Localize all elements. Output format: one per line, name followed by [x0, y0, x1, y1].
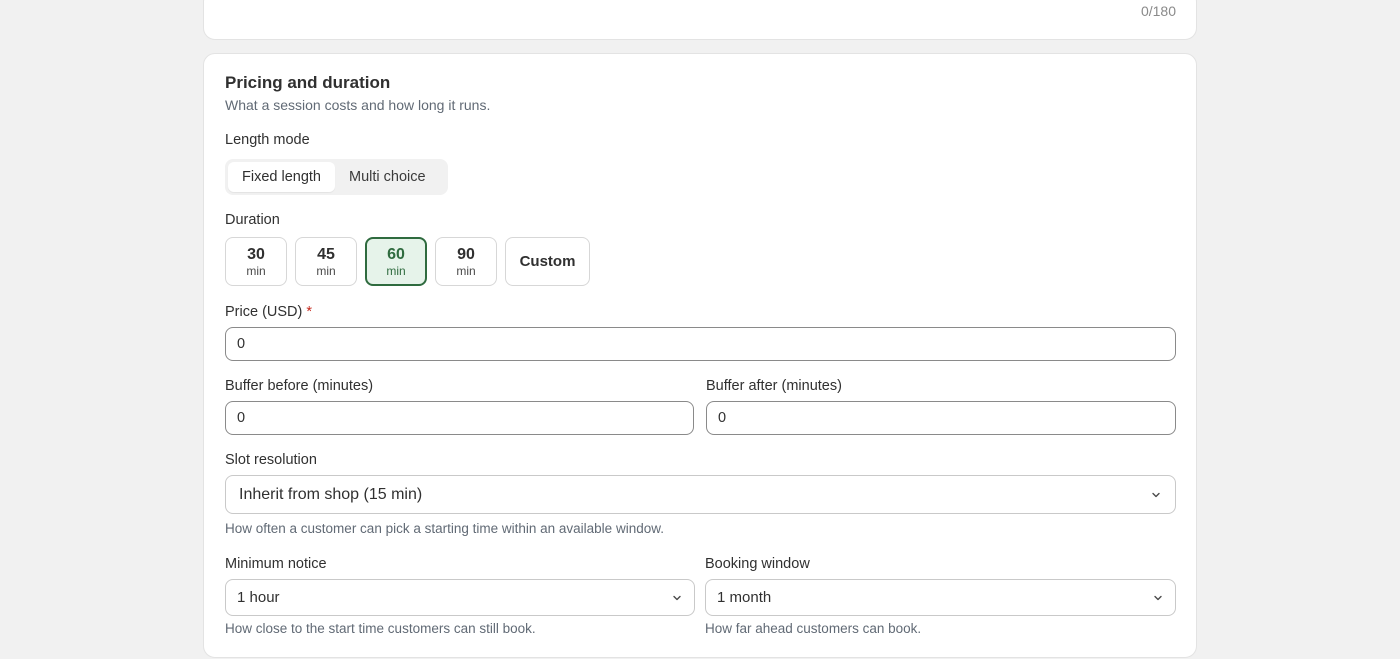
price-input[interactable]: 0 — [225, 327, 1176, 361]
character-counter: 0/180 — [1140, 3, 1176, 19]
duration-value: 90 — [457, 245, 475, 263]
length-mode-label: Length mode — [225, 132, 310, 148]
section-title: Pricing and duration — [225, 73, 391, 92]
duration-option-60[interactable]: 60 min — [365, 237, 427, 286]
duration-option-90[interactable]: 90 min — [435, 237, 497, 286]
booking-window-select[interactable]: 1 month — [705, 579, 1176, 616]
duration-option-custom[interactable]: Custom — [505, 237, 590, 286]
pricing-duration-card: Pricing and duration What a session cost… — [203, 53, 1197, 658]
booking-window-value: 1 month — [717, 589, 772, 606]
buffer-before-input[interactable]: 0 — [225, 401, 694, 435]
duration-value: 60 — [387, 245, 405, 263]
slot-resolution-help: How often a customer can pick a starting… — [225, 521, 664, 536]
minimum-notice-help: How close to the start time customers ca… — [225, 621, 536, 636]
section-subtitle: What a session costs and how long it run… — [225, 97, 491, 113]
duration-value: 45 — [317, 245, 335, 263]
duration-custom-label: Custom — [519, 252, 576, 270]
slot-resolution-select[interactable]: Inherit from shop (15 min) — [225, 475, 1176, 514]
price-label-text: Price (USD) — [225, 304, 303, 320]
slot-resolution-value: Inherit from shop (15 min) — [239, 485, 423, 503]
booking-window-help: How far ahead customers can book. — [705, 621, 922, 636]
duration-value: 30 — [247, 245, 265, 263]
duration-unit: min — [386, 263, 406, 278]
chevron-down-icon — [1150, 489, 1162, 501]
duration-label: Duration — [225, 212, 280, 228]
duration-unit: min — [456, 263, 476, 278]
required-marker: * — [306, 304, 313, 320]
minimum-notice-label: Minimum notice — [225, 556, 327, 572]
duration-unit: min — [316, 263, 336, 278]
minimum-notice-select[interactable]: 1 hour — [225, 579, 695, 616]
duration-option-30[interactable]: 30 min — [225, 237, 287, 286]
length-mode-fixed-button[interactable]: Fixed length — [228, 162, 335, 192]
length-mode-multi-button[interactable]: Multi choice — [335, 162, 440, 192]
slot-resolution-label: Slot resolution — [225, 452, 317, 468]
buffer-after-label: Buffer after (minutes) — [706, 378, 842, 394]
minimum-notice-value: 1 hour — [237, 589, 280, 606]
duration-option-45[interactable]: 45 min — [295, 237, 357, 286]
duration-unit: min — [246, 263, 266, 278]
length-mode-segmented-control: Fixed length Multi choice — [225, 159, 448, 195]
buffer-after-input[interactable]: 0 — [706, 401, 1176, 435]
booking-window-label: Booking window — [705, 556, 810, 572]
buffer-before-label: Buffer before (minutes) — [225, 378, 374, 394]
price-label: Price (USD) * — [225, 304, 312, 320]
chevron-down-icon — [1152, 592, 1164, 604]
previous-card: 0/180 — [203, 0, 1197, 40]
chevron-down-icon — [671, 592, 683, 604]
